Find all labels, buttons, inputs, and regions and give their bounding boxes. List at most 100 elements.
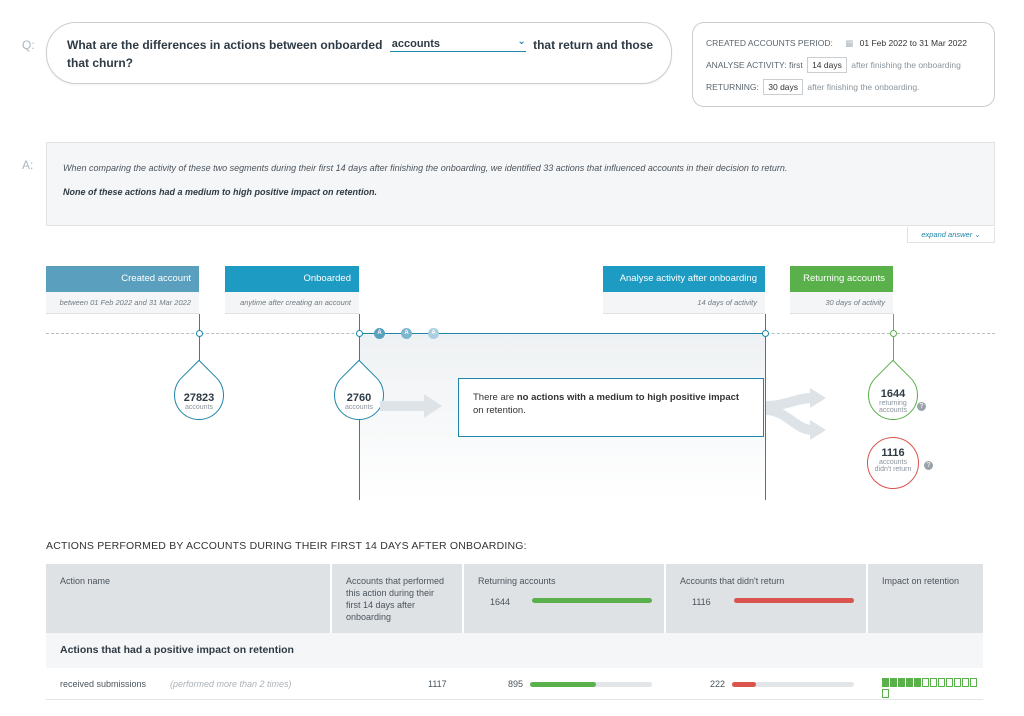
analyse-label: ANALYSE ACTIVITY: <box>706 60 787 70</box>
question-part2: that return and those <box>533 38 654 52</box>
stage-connector <box>199 314 200 366</box>
count-label: accounts didn't return <box>874 459 912 473</box>
stage-title: Analyse activity after onboarding <box>603 266 765 292</box>
calendar-icon: ▦ <box>845 38 854 48</box>
timeline-node <box>762 330 769 337</box>
impact-cell <box>906 678 913 687</box>
returning-total-bar <box>532 598 652 603</box>
split-arrow-icon <box>766 388 826 440</box>
message-bold: no actions with a medium to high positiv… <box>516 392 740 403</box>
analysis-window-line <box>359 333 765 334</box>
stage-title: Onboarded <box>225 266 359 292</box>
entity-select[interactable]: accounts ⌄ <box>389 36 526 52</box>
performed-count: 1117 <box>428 679 447 689</box>
stage-returning: Returning accounts 30 days of activity <box>790 266 893 314</box>
stage-subtitle: 30 days of activity <box>790 292 893 314</box>
help-icon[interactable]: ? <box>917 402 926 411</box>
impact-cell <box>930 678 937 687</box>
answer-text: When comparing the activity of these two… <box>63 163 788 173</box>
created-period-value[interactable]: 01 Feb 2022 to 31 Mar 2022 <box>860 38 967 48</box>
impact-cell <box>882 689 889 698</box>
churned-count: 222 <box>710 679 726 689</box>
col-churned[interactable]: Accounts that didn't return 1116 <box>666 564 868 633</box>
created-accounts-count: 27823 accounts <box>169 392 229 411</box>
impact-cell <box>922 678 929 687</box>
analyse-suffix: after finishing the onboarding <box>851 60 961 70</box>
entity-select-value: accounts <box>391 38 441 50</box>
returning-days-input[interactable]: 30 days <box>763 79 804 95</box>
message-post: on retention. <box>473 405 526 416</box>
count-label: accounts <box>184 404 214 411</box>
count-value: 1644 <box>880 388 906 400</box>
col-action-name[interactable]: Action name <box>46 564 332 633</box>
col-returning[interactable]: Returning accounts 1644 <box>464 564 666 633</box>
col-churned-label: Accounts that didn't return <box>680 576 785 586</box>
returning-count: 895 <box>508 679 524 689</box>
no-impact-message: There are no actions with a medium to hi… <box>458 378 764 437</box>
answer-box: When comparing the activity of these two… <box>46 142 995 226</box>
analyse-prefix: first <box>789 60 803 70</box>
col-returning-label: Returning accounts <box>478 576 556 586</box>
impact-cell <box>898 678 905 687</box>
impact-cell <box>962 678 969 687</box>
timeline-node <box>356 330 363 337</box>
timeline-node <box>890 330 897 337</box>
returning-row: RETURNING: 30 days after finishing the o… <box>706 79 919 95</box>
action-name: received submissions <box>60 679 147 689</box>
analyse-row: ANALYSE ACTIVITY: first 14 days after fi… <box>706 57 961 73</box>
impact-cell <box>882 678 889 687</box>
table-row[interactable]: received submissions (performed more tha… <box>46 668 983 700</box>
stage-onboarded: Onboarded anytime after creating an acco… <box>225 266 359 314</box>
impact-cell <box>970 678 977 687</box>
returning-suffix: after finishing the onboarding. <box>807 82 920 92</box>
stage-subtitle: between 01 Feb 2022 and 31 Mar 2022 <box>46 292 199 314</box>
action-marker[interactable]: A <box>428 328 439 339</box>
returning-bar <box>530 682 652 687</box>
impact-cell <box>954 678 961 687</box>
stage-subtitle: anytime after creating an account <box>225 292 359 314</box>
flow-arrow-icon <box>380 394 442 418</box>
chevron-down-icon: ⌄ <box>517 36 526 47</box>
count-label: returning accounts <box>878 400 908 414</box>
answer-glyph: A: <box>22 158 34 172</box>
action-marker[interactable]: A <box>401 328 412 339</box>
expand-answer-button[interactable]: expand answer ⌄ <box>907 227 995 243</box>
impact-cell <box>914 678 921 687</box>
stage-title: Returning accounts <box>790 266 893 292</box>
created-period-row: CREATED ACCOUNTS PERIOD: ▦ 01 Feb 2022 t… <box>706 38 967 49</box>
message-pre: There are <box>473 392 517 403</box>
question-part1: What are the differences in actions betw… <box>67 38 383 52</box>
returning-accounts-count: 1644 returning accounts <box>863 388 923 414</box>
impact-cell <box>938 678 945 687</box>
count-value: 27823 <box>183 392 215 404</box>
question-glyph: Q: <box>22 38 35 52</box>
question-text: What are the differences in actions betw… <box>67 36 654 52</box>
col-impact[interactable]: Impact on retention <box>868 564 983 633</box>
help-icon[interactable]: ? <box>924 461 933 470</box>
question-box: What are the differences in actions betw… <box>46 22 672 84</box>
answer-conclusion: None of these actions had a medium to hi… <box>63 187 378 197</box>
stage-created: Created account between 01 Feb 2022 and … <box>46 266 199 314</box>
stage-analyse: Analyse activity after onboarding 14 day… <box>603 266 765 314</box>
action-marker[interactable]: A <box>374 328 385 339</box>
table-title: ACTIONS PERFORMED BY ACCOUNTS DURING THE… <box>46 540 527 552</box>
stage-connector <box>893 314 894 366</box>
table-header: Action name Accounts that performed this… <box>46 564 983 633</box>
churned-bar <box>732 682 854 687</box>
params-box: CREATED ACCOUNTS PERIOD: ▦ 01 Feb 2022 t… <box>692 22 995 107</box>
section-positive-impact: Actions that had a positive impact on re… <box>46 633 983 668</box>
returning-label: RETURNING: <box>706 82 759 92</box>
col-performed[interactable]: Accounts that performed this action duri… <box>332 564 464 633</box>
chevron-down-icon: ⌄ <box>974 230 981 239</box>
stage-subtitle: 14 days of activity <box>603 292 765 314</box>
impact-meter <box>882 678 983 700</box>
action-note: (performed more than 2 times) <box>170 679 292 689</box>
created-period-label: CREATED ACCOUNTS PERIOD: <box>706 38 833 48</box>
impact-cell <box>890 678 897 687</box>
analyse-days-input[interactable]: 14 days <box>807 57 847 73</box>
question-line2: that churn? <box>67 56 133 70</box>
stage-title: Created account <box>46 266 199 292</box>
timeline-node <box>196 330 203 337</box>
churned-accounts-count: 1116 accounts didn't return <box>863 447 923 473</box>
churned-total-bar <box>734 598 854 603</box>
